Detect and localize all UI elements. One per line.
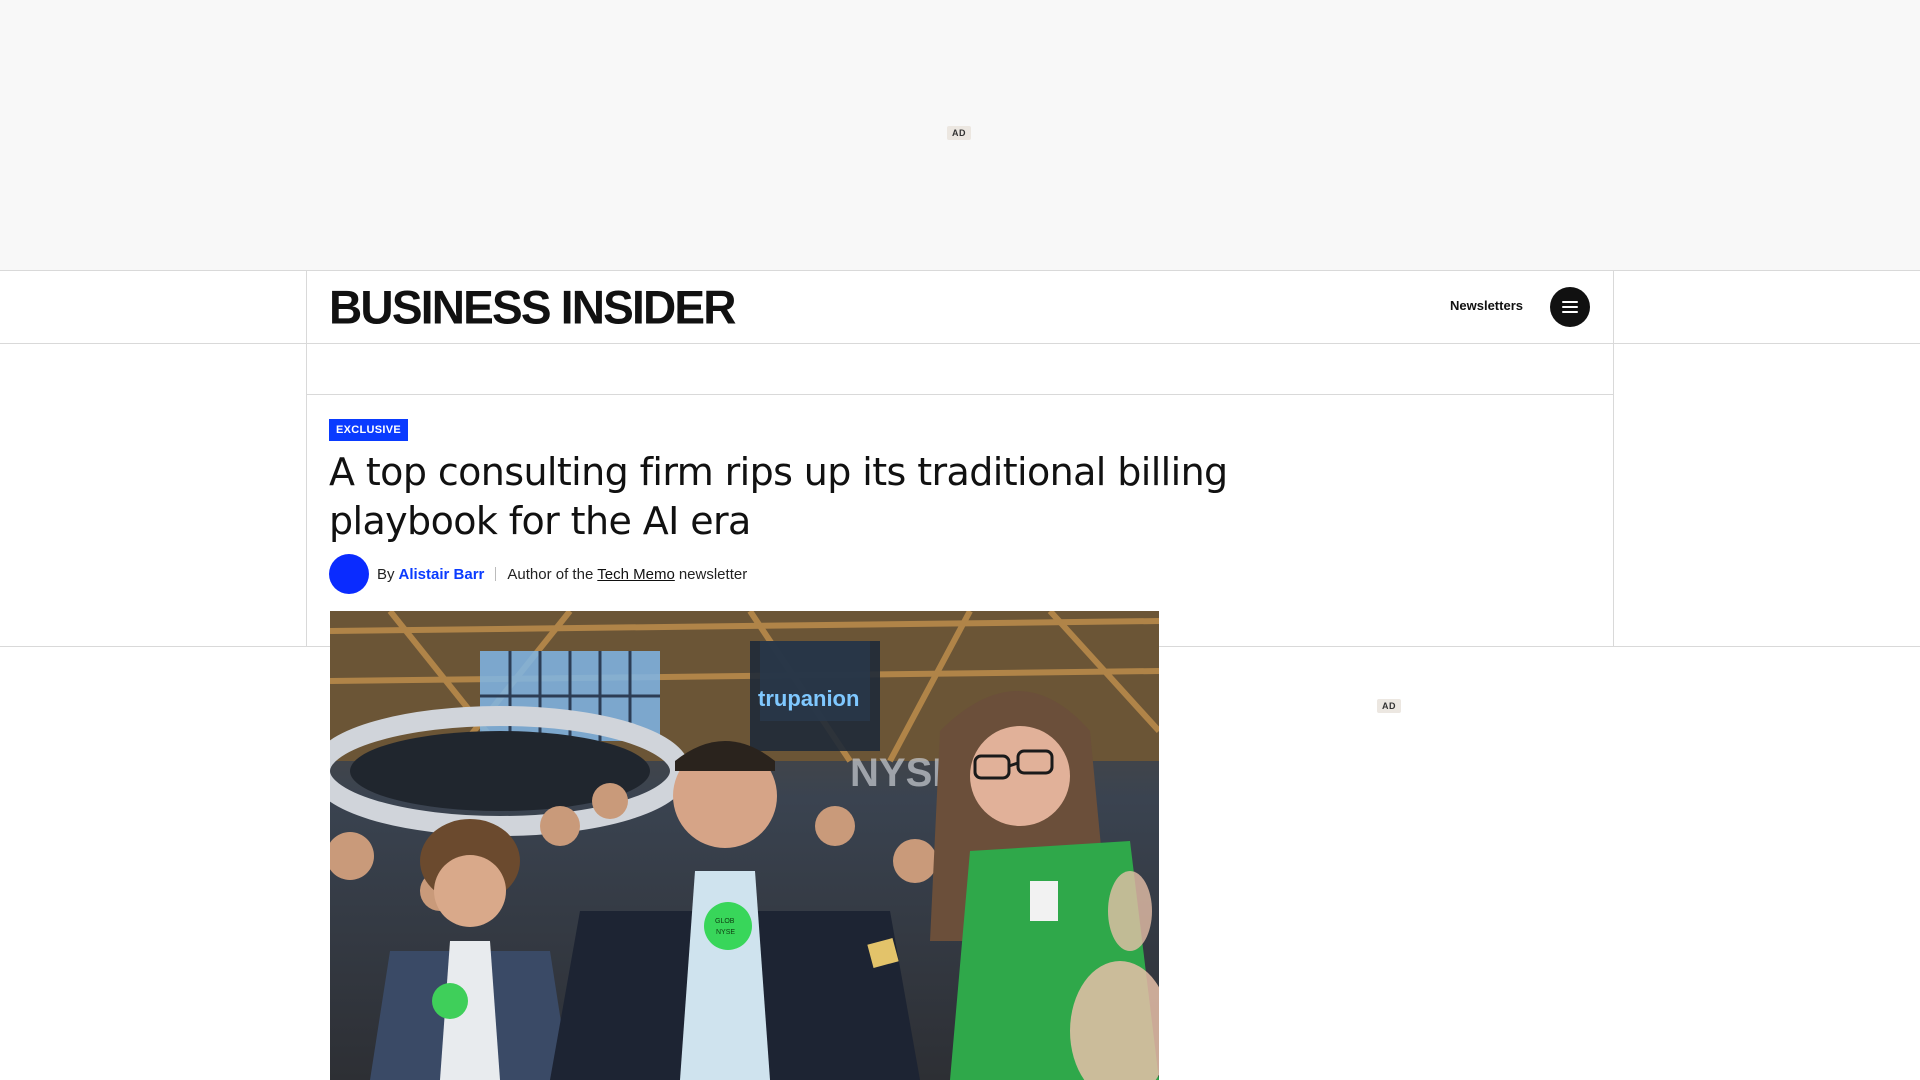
hamburger-menu-icon (1562, 301, 1578, 313)
screen-text: trupanion (758, 686, 859, 711)
byline-prefix: By (377, 565, 395, 583)
author-role-prefix: Author of the (507, 565, 594, 583)
byline-divider (495, 567, 497, 581)
hero-badge-text-2: NYSE (716, 929, 735, 936)
hero-illustration: trupanion NYSE GLOB NYSE (330, 611, 1159, 1080)
newsletters-link[interactable]: Newsletters (1450, 298, 1523, 313)
ad-label: AD (947, 126, 971, 140)
exclusive-badge: EXCLUSIVE (329, 419, 409, 441)
menu-button[interactable] (1550, 287, 1590, 327)
side-ad-label: AD (1377, 699, 1401, 713)
top-ad-slot: AD (0, 0, 1920, 270)
author-avatar[interactable] (329, 554, 369, 594)
author-role-suffix: newsletter (678, 565, 748, 583)
newsletter-link[interactable]: Tech Memo (597, 566, 675, 583)
site-logo[interactable]: BUSINESS INSIDER (329, 282, 737, 333)
article-headline: A top consulting firm rips up its tradit… (329, 450, 1228, 543)
page: AD BUSINESS INSIDER Newsletters EXCLUSIV… (0, 0, 1920, 1080)
byline: By Alistair Barr Author of the Tech Memo… (329, 554, 747, 594)
author-link[interactable]: Alistair Barr (399, 566, 485, 583)
hero-badge-text-1: GLOB (715, 918, 735, 925)
subnav-rule (306, 394, 1614, 395)
hero-image: trupanion NYSE GLOB NYSE (330, 611, 1159, 1080)
